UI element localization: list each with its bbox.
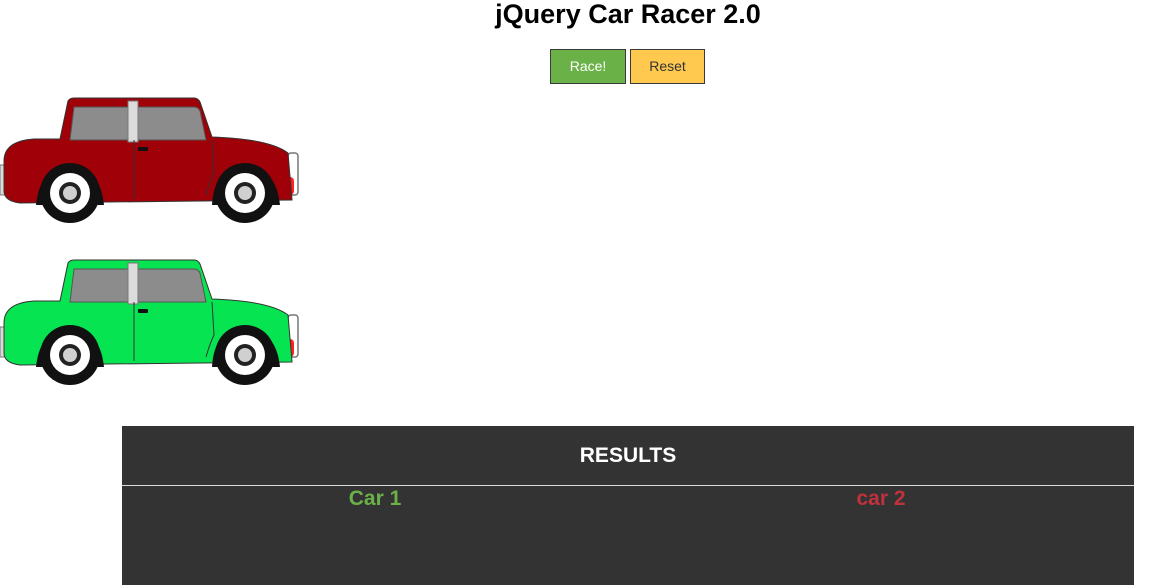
page: jQuery Car Racer 2.0 Race! Reset RESULTS… [0, 0, 1149, 585]
red-car-icon [0, 95, 300, 225]
results-title: RESULTS [122, 426, 1134, 486]
results-panel: RESULTS Car 1 car 2 [122, 426, 1134, 585]
car1-result-label: Car 1 [348, 487, 402, 510]
car2-result-label: car 2 [856, 487, 906, 510]
page-title: jQuery Car Racer 2.0 [495, 0, 761, 29]
green-car-icon [0, 257, 300, 387]
race-button[interactable]: Race! [550, 49, 626, 84]
reset-button[interactable]: Reset [630, 49, 705, 84]
